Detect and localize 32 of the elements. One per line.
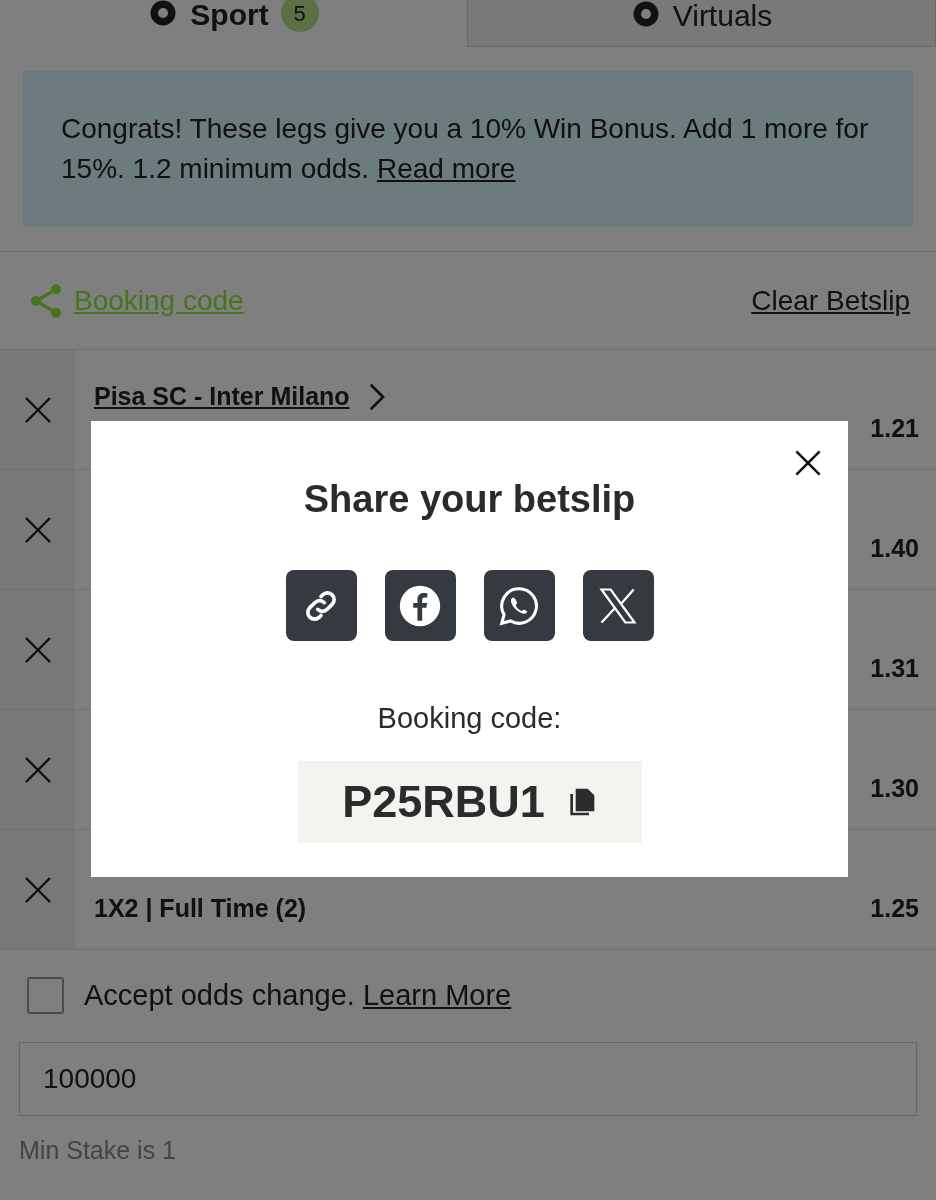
booking-code-box[interactable]: P25RBU1 bbox=[297, 760, 642, 843]
min-stake-hint: Min Stake is 1 bbox=[18, 1134, 177, 1166]
learn-more-link[interactable]: Learn More bbox=[362, 979, 512, 1011]
odds-value: 1.25 bbox=[870, 892, 919, 924]
remove-button[interactable] bbox=[0, 350, 75, 469]
count-badge: 5 bbox=[280, 0, 319, 32]
share-button[interactable] bbox=[582, 570, 654, 641]
odds-value: 1.40 bbox=[870, 532, 919, 564]
odds-value: 1.31 bbox=[870, 652, 919, 684]
share-button[interactable] bbox=[384, 570, 456, 641]
facebook-icon bbox=[398, 583, 442, 628]
clear-betslip-link[interactable]: Clear Betslip bbox=[751, 279, 910, 322]
win-bonus-message: Congrats! These legs give you a 10% Win Bonus. Add 1 more for 15%. 1.2 minimum odds. Read more bbox=[23, 71, 913, 227]
odds-value: 1.30 bbox=[870, 772, 919, 804]
accept-odds-checkbox[interactable] bbox=[27, 977, 64, 1015]
dialog-title: Share your betslip bbox=[303, 477, 636, 522]
remove-button[interactable] bbox=[0, 590, 75, 709]
remove-button[interactable] bbox=[0, 830, 75, 949]
market-label: 1X2 | Full Time (2) bbox=[94, 892, 307, 924]
remove-button[interactable] bbox=[0, 470, 75, 589]
remove-button[interactable] bbox=[0, 710, 75, 829]
booking-code: P25RBU1 bbox=[342, 774, 545, 829]
match-link[interactable]: Pisa SC - Inter Milano bbox=[94, 378, 386, 416]
tab[interactable]: Virtuals bbox=[467, 0, 936, 47]
odds-value: 1.21 bbox=[870, 412, 919, 444]
booking-code-label: Booking code: bbox=[377, 701, 562, 736]
share-button[interactable] bbox=[483, 570, 555, 641]
read-more-link[interactable]: Read more bbox=[376, 153, 516, 184]
share-button[interactable] bbox=[285, 570, 357, 641]
close-icon bbox=[794, 449, 822, 477]
accept-odds-label: Accept odds change. Learn More bbox=[84, 978, 512, 1013]
stake-input[interactable]: 100000 bbox=[19, 1041, 917, 1116]
